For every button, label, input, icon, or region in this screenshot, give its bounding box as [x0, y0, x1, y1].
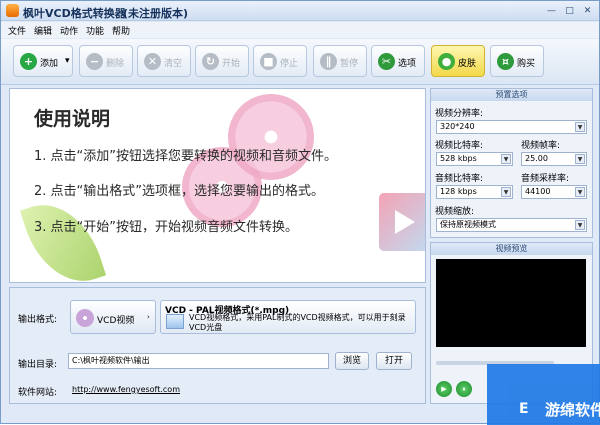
vbitrate-value: 528 kbps: [440, 154, 477, 163]
play-decoration: [379, 193, 425, 251]
chevron-down-icon: ▼: [501, 187, 511, 197]
clear-icon: ✕: [144, 53, 161, 70]
preset-panel: 预置选项 视频分辨率: 320*240 ▼ 视频比特率: 视频帧率: 528 kb…: [430, 88, 593, 238]
resolution-label: 视频分辨率:: [435, 109, 484, 119]
resolution-value: 320*240: [440, 122, 475, 131]
zoom-value: 保持原视频模式: [440, 220, 496, 229]
framerate-label: 视频帧率:: [521, 141, 561, 151]
usage-step: 3. 点击“开始”按钮，开始视频音频文件转换。: [34, 220, 299, 235]
pause-icon: ∥: [320, 53, 337, 70]
samplerate-value: 44100: [525, 187, 551, 196]
menu-help[interactable]: 帮助: [112, 24, 130, 37]
usage-panel: 使用说明 1. 点击“添加”按钮选择您要转换的视频和音频文件。 2. 点击“输出…: [9, 88, 426, 283]
format-desc: VCD视频格式，采用PAL制式的VCD视频格式，可以用于刻录VCD光盘: [189, 313, 406, 332]
plus-icon: +: [20, 53, 37, 70]
minus-icon: −: [86, 53, 103, 70]
usage-title: 使用说明: [34, 108, 111, 130]
output-dir-field[interactable]: C:\枫叶视频软件\输出: [68, 353, 329, 369]
vbitrate-select[interactable]: 528 kbps ▼: [436, 152, 513, 166]
samplerate-select[interactable]: 44100 ▼: [521, 185, 587, 199]
abitrate-select[interactable]: 128 kbps ▼: [436, 185, 513, 199]
play-button[interactable]: ▶: [436, 381, 452, 397]
chevron-down-icon: ▼: [501, 154, 511, 164]
preset-header: 预置选项: [431, 89, 592, 101]
logo-icon: E: [519, 401, 529, 417]
site-link[interactable]: http://www.fengyesoft.com: [72, 385, 180, 394]
output-format-select[interactable]: VCD视频 ›: [70, 300, 156, 334]
video-preview-screen: [436, 259, 586, 347]
vbitrate-label: 视频比特率:: [435, 141, 484, 151]
menu-file[interactable]: 文件: [8, 24, 26, 37]
disc-decoration: [228, 94, 314, 180]
close-button[interactable]: ✕: [580, 4, 595, 18]
start-label: 开始: [222, 59, 241, 69]
samplerate-label: 音频采样率:: [521, 174, 570, 184]
menu-edit[interactable]: 编辑: [34, 24, 52, 37]
format-icon: [166, 314, 184, 329]
chevron-down-icon[interactable]: ▾: [65, 56, 70, 66]
abitrate-label: 音频比特率:: [435, 174, 484, 184]
tools-icon: ✂: [378, 53, 395, 70]
main-window: 枫叶VCD格式转换器 (未注册版本) — □ ✕ 文件 编辑 动作 功能 帮助 …: [0, 0, 600, 425]
leaf-decoration: [19, 191, 107, 282]
skin-label: 皮肤: [458, 59, 477, 69]
abitrate-value: 128 kbps: [440, 187, 477, 196]
toolbar: + 添加 ▾ − 删除 ✕ 清空 ↻ 开始 ■ 停止 ∥ 暂停 ✂ 选项 ● 皮…: [1, 39, 599, 85]
chevron-down-icon: ▼: [575, 154, 585, 164]
menu-bar: 文件 编辑 动作 功能 帮助: [1, 22, 599, 38]
open-button[interactable]: 打开: [376, 352, 412, 370]
apple-icon: ●: [438, 53, 455, 70]
maximize-button[interactable]: □: [562, 4, 577, 18]
chevron-right-icon: ›: [147, 313, 150, 321]
output-dir-label: 输出目录:: [18, 360, 58, 370]
maple-leaf-icon: [6, 4, 19, 17]
output-format-description[interactable]: VCD - PAL视频格式(*.mpg) VCD视频格式，采用PAL制式的VCD…: [160, 300, 416, 334]
chevron-down-icon: ▼: [575, 220, 585, 230]
add-label: 添加: [40, 59, 59, 69]
chevron-down-icon: ▼: [575, 187, 585, 197]
skin-button[interactable]: ● 皮肤: [431, 45, 485, 77]
start-button[interactable]: ↻ 开始: [195, 45, 249, 77]
site-label: 软件网站:: [18, 388, 58, 398]
clear-label: 清空: [164, 59, 183, 69]
menu-function[interactable]: 功能: [86, 24, 104, 37]
pause-button[interactable]: ∥ 暂停: [313, 45, 367, 77]
watermark-text: 游绵软件: [545, 401, 600, 419]
buy-label: 购买: [517, 59, 536, 69]
framerate-select[interactable]: 25.00 ▼: [521, 152, 587, 166]
title-bar: 枫叶VCD格式转换器 (未注册版本) — □ ✕: [1, 1, 599, 21]
framerate-value: 25.00: [525, 154, 548, 163]
options-button[interactable]: ✂ 选项: [371, 45, 425, 77]
disc-icon: [76, 309, 94, 327]
output-format-label: 输出格式:: [18, 315, 58, 325]
window-title: 枫叶VCD格式转换器: [23, 7, 126, 20]
browse-button[interactable]: 浏览: [335, 352, 369, 370]
zoom-select[interactable]: 保持原视频模式 ▼: [436, 218, 587, 232]
delete-label: 删除: [106, 59, 125, 69]
pause-button[interactable]: ⏸: [456, 381, 472, 397]
stop-label: 停止: [280, 59, 299, 69]
zoom-label: 视频缩放:: [435, 207, 475, 217]
menu-action[interactable]: 动作: [60, 24, 78, 37]
minimize-button[interactable]: —: [544, 4, 559, 18]
cart-icon: ¤: [497, 53, 514, 70]
stop-icon: ■: [260, 53, 277, 70]
watermark-logo: E 游绵软件: [487, 364, 600, 425]
usage-step: 1. 点击“添加”按钮选择您要转换的视频和音频文件。: [34, 149, 338, 164]
resolution-select[interactable]: 320*240 ▼: [436, 120, 587, 134]
options-label: 选项: [398, 59, 417, 69]
output-panel: 输出格式: VCD视频 › VCD - PAL视频格式(*.mpg) VCD视频…: [9, 287, 426, 404]
preview-header: 视频预览: [431, 243, 592, 255]
output-format-value: VCD视频: [97, 316, 135, 326]
refresh-icon: ↻: [202, 53, 219, 70]
buy-button[interactable]: ¤ 购买: [490, 45, 544, 77]
add-button[interactable]: + 添加 ▾: [13, 45, 73, 77]
usage-step: 2. 点击“输出格式”选项框，选择您要输出的格式。: [34, 184, 325, 199]
clear-button[interactable]: ✕ 清空: [137, 45, 191, 77]
chevron-down-icon: ▼: [575, 122, 585, 132]
stop-button[interactable]: ■ 停止: [253, 45, 307, 77]
delete-button[interactable]: − 删除: [79, 45, 133, 77]
window-subtitle: (未注册版本): [123, 7, 189, 20]
pause-label: 暂停: [340, 59, 359, 69]
